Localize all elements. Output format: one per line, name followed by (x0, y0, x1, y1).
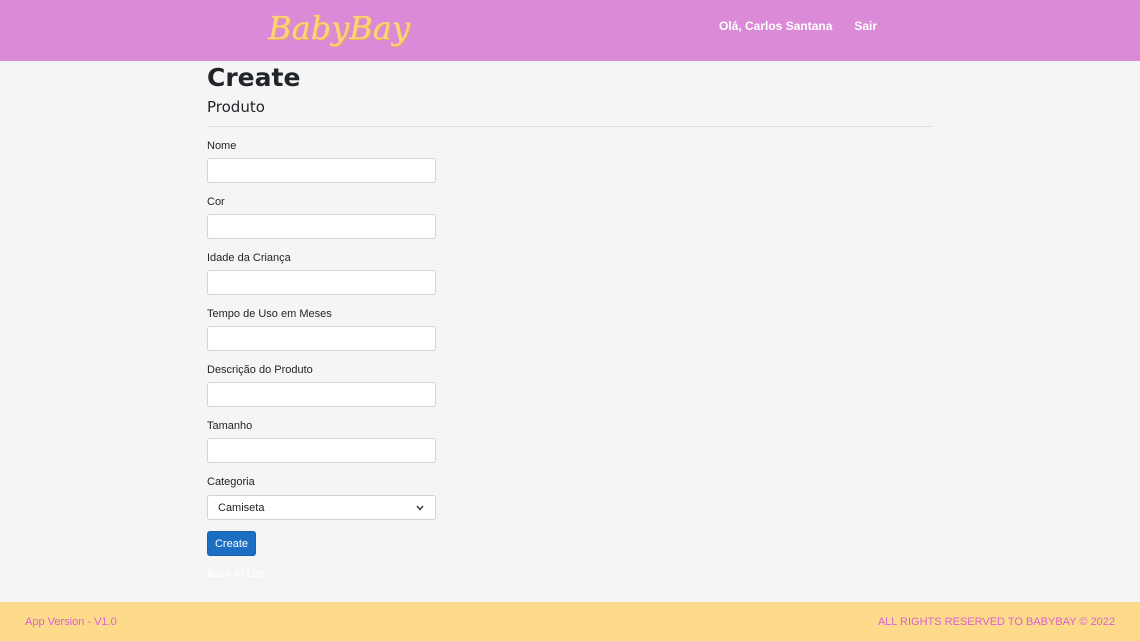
nome-label: Nome (207, 140, 237, 152)
create-button[interactable]: Create (207, 531, 256, 556)
categoria-selected-value: Camiseta (218, 501, 265, 514)
tamanho-input[interactable] (207, 438, 436, 463)
footer: App Version - V1.0 ALL RIGHTS RESERVED T… (0, 602, 1140, 641)
copyright: ALL RIGHTS RESERVED TO BABYBAY © 2022 (877, 616, 1115, 628)
top-navbar: BabyBay Olá, Carlos Santana Sair (0, 0, 1140, 61)
tamanho-label: Tamanho (207, 420, 253, 432)
page-title: Create (207, 63, 301, 92)
app-version: App Version - V1.0 (25, 616, 117, 628)
divider (207, 126, 932, 127)
nav-links: Olá, Carlos Santana Sair (719, 18, 877, 34)
descricao-label: Descrição do Produto (207, 364, 313, 376)
tempo-uso-label: Tempo de Uso em Meses (207, 308, 332, 320)
chevron-down-icon (415, 503, 425, 513)
categoria-label: Categoria (207, 476, 255, 488)
idade-crianca-input[interactable] (207, 270, 436, 295)
cor-input[interactable] (207, 214, 436, 239)
categoria-select[interactable]: Camiseta (207, 495, 436, 520)
page-subtitle: Produto (207, 98, 265, 116)
tempo-uso-input[interactable] (207, 326, 436, 351)
back-to-list-link[interactable]: Back to List (207, 567, 264, 581)
idade-crianca-label: Idade da Criança (207, 252, 291, 264)
cor-label: Cor (207, 196, 225, 208)
nome-input[interactable] (207, 158, 436, 183)
logout-link[interactable]: Sair (854, 18, 877, 34)
user-greeting-link[interactable]: Olá, Carlos Santana (719, 18, 832, 34)
brand-logo[interactable]: BabyBay (268, 6, 410, 50)
descricao-input[interactable] (207, 382, 436, 407)
